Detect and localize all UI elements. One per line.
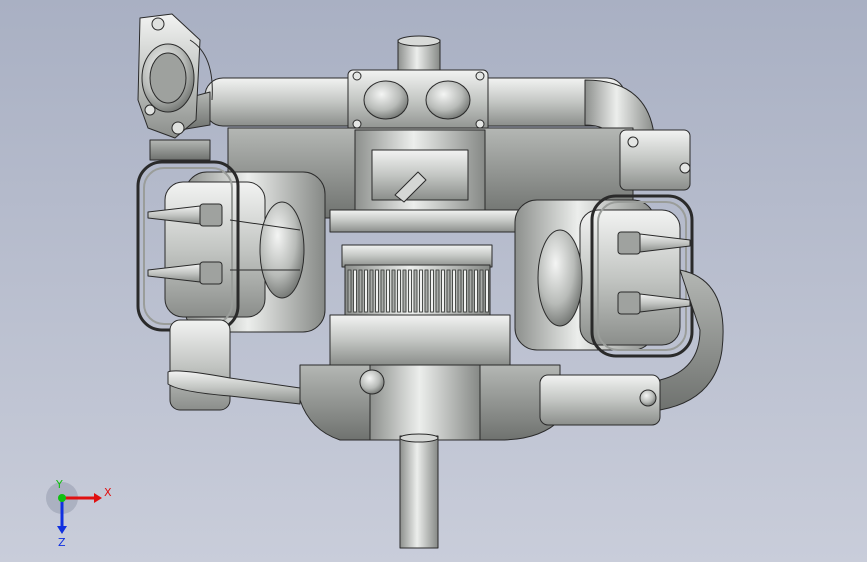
gear-tooth — [424, 269, 429, 313]
gear-tooth — [347, 269, 352, 313]
gear-tooth — [353, 269, 357, 313]
gear-tooth — [474, 269, 478, 313]
gear-tooth — [358, 269, 363, 313]
graphics-viewport[interactable]: X Y Z — [0, 0, 867, 562]
gear-tooth — [386, 269, 390, 313]
output-shaft[interactable] — [399, 435, 439, 549]
gear-tooth — [463, 269, 467, 313]
gear-tooth — [402, 269, 407, 313]
gear-tooth — [457, 269, 462, 313]
gear-tooth — [419, 269, 423, 313]
coordinate-triad: X Y Z — [46, 478, 112, 548]
gear-tooth — [479, 269, 484, 313]
left-cylinder[interactable] — [136, 160, 326, 333]
carburetor-block[interactable] — [347, 69, 489, 133]
flywheel-gear[interactable] — [329, 244, 511, 366]
gear-tooth — [468, 269, 473, 313]
gear-tooth — [452, 269, 456, 313]
gear-tooth — [435, 269, 440, 313]
gear-tooth — [397, 269, 401, 313]
x-axis-arrowhead — [94, 493, 102, 503]
gear-tooth — [441, 269, 445, 313]
z-axis-arrowhead — [57, 526, 67, 534]
gear-tooth — [485, 269, 489, 313]
y-axis-indicator — [58, 494, 66, 502]
gear-tooth — [375, 269, 379, 313]
engine-model[interactable] — [0, 0, 867, 562]
gear-tooth — [446, 269, 451, 313]
gear-tooth — [369, 269, 374, 313]
y-axis-label: Y — [55, 478, 63, 491]
z-axis-label: Z — [58, 536, 66, 548]
x-axis-label: X — [104, 486, 112, 499]
left-spark-plug-lower[interactable] — [147, 261, 223, 285]
gear-tooth — [380, 269, 385, 313]
gear-tooth — [408, 269, 412, 313]
left-spark-plug-upper[interactable] — [147, 203, 223, 227]
gear-tooth — [364, 269, 368, 313]
gear-tooth — [430, 269, 434, 313]
gear-tooth — [391, 269, 396, 313]
gear-tooth — [413, 269, 418, 313]
